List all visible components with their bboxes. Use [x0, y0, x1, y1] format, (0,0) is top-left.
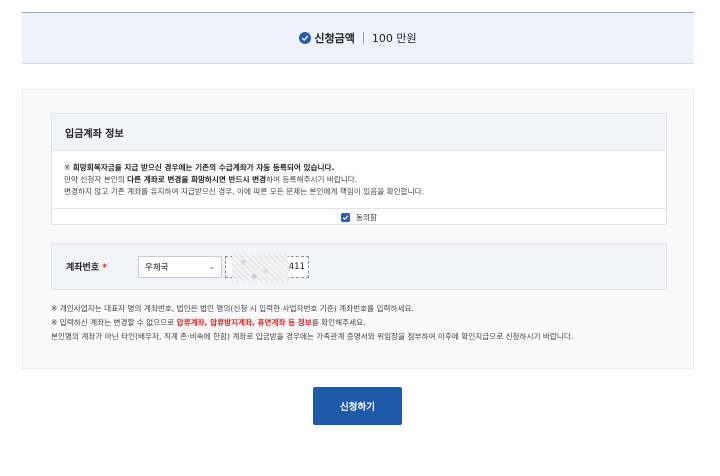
- checkmark-icon: [342, 215, 349, 221]
- notice-line-1-prefix: ※: [64, 163, 73, 172]
- account-number-label-text: 계좌번호: [66, 263, 100, 273]
- footnote-line-2: ※ 입력하신 계좌는 변경할 수 없으므로 압류계좌, 압류방지계좌, 휴면계좌…: [51, 316, 681, 330]
- agree-row: 동의함: [52, 208, 666, 226]
- requested-amount-label: 신청금액: [314, 32, 355, 45]
- account-number-input[interactable]: 411: [225, 253, 309, 282]
- required-mark: *: [102, 263, 107, 273]
- bank-select[interactable]: 우체국 ⌄: [138, 255, 222, 278]
- account-footnotes: ※ 개인사업자는 대표자 명의 계좌번호, 법인은 법인 명의(신청 시 입력한…: [51, 302, 681, 344]
- footnote-line-2-suffix: 를 확인해주세요.: [311, 318, 366, 327]
- redaction-blur: [232, 253, 288, 282]
- notice-line-2-bold: 다른 계좌로 변경을 희망하시면 반드시 변경: [127, 175, 267, 184]
- account-number-label: 계좌번호 *: [66, 260, 126, 273]
- footnote-line-1: ※ 개인사업자는 대표자 명의 계좌번호, 법인은 법인 명의(신청 시 입력한…: [51, 304, 414, 313]
- check-circle-icon: [299, 32, 312, 44]
- notice-line-1-bold: 희망회복자금을 지급 받으신 경우에는 기존의 수급계좌가 자동 등록되어 있습…: [72, 163, 335, 172]
- requested-amount-value: 100 만원: [371, 32, 417, 45]
- account-number-value: 411: [288, 261, 305, 272]
- notice-line-2-suffix: 하여 등록해주시기 바랍니다.: [266, 175, 358, 184]
- bank-select-value: 우체국: [145, 262, 169, 273]
- account-notice: ※ 희망회복자금을 지급 받으신 경우에는 기존의 수급계좌가 자동 등록되어 …: [52, 151, 666, 198]
- footnote-line-2-warning: 압류계좌, 압류방지계좌, 휴면계좌 등 정보: [176, 318, 312, 327]
- notice-line-3: 변경하지 않고 기존 계좌를 유지하여 지급받으신 경우, 이에 따른 모든 문…: [64, 186, 666, 198]
- notice-line-2-prefix: 만약 신청자 본인의: [64, 175, 128, 184]
- account-info-panel: 입금계좌 정보 ※ 희망회복자금을 지급 받으신 경우에는 기존의 수급계좌가 …: [51, 113, 667, 225]
- chevron-down-icon: ⌄: [208, 262, 215, 271]
- notice-line-1: ※ 희망회복자금을 지급 받으신 경우에는 기존의 수급계좌가 자동 등록되어 …: [64, 162, 666, 174]
- agree-checkbox[interactable]: [341, 213, 351, 222]
- deposit-account-card: 입금계좌 정보 ※ 희망회복자금을 지급 받으신 경우에는 기존의 수급계좌가 …: [22, 89, 694, 369]
- requested-amount-bar: 신청금액 100 만원: [22, 12, 694, 64]
- notice-line-2: 만약 신청자 본인의 다른 계좌로 변경을 희망하시면 반드시 변경하여 등록해…: [64, 174, 666, 186]
- account-number-row: 계좌번호 * 우체국 ⌄ 411: [51, 243, 667, 290]
- divider: [362, 32, 364, 44]
- notice-line-3-text: 변경하지 않고 기존 계좌를 유지하여 지급받으신 경우, 이에 따른 모든 문…: [64, 187, 424, 196]
- footnote-line-3: 본인명의 계좌가 아닌 타인(배우자, 직계 존·비속에 한함) 계좌로 입금받…: [51, 332, 574, 341]
- account-info-title: 입금계좌 정보: [52, 114, 666, 151]
- apply-button[interactable]: 신청하기: [313, 387, 402, 425]
- footnote-line-2-prefix: ※ 입력하신 계좌는 변경할 수 없으므로: [51, 318, 177, 327]
- agree-label[interactable]: 동의함: [356, 212, 377, 223]
